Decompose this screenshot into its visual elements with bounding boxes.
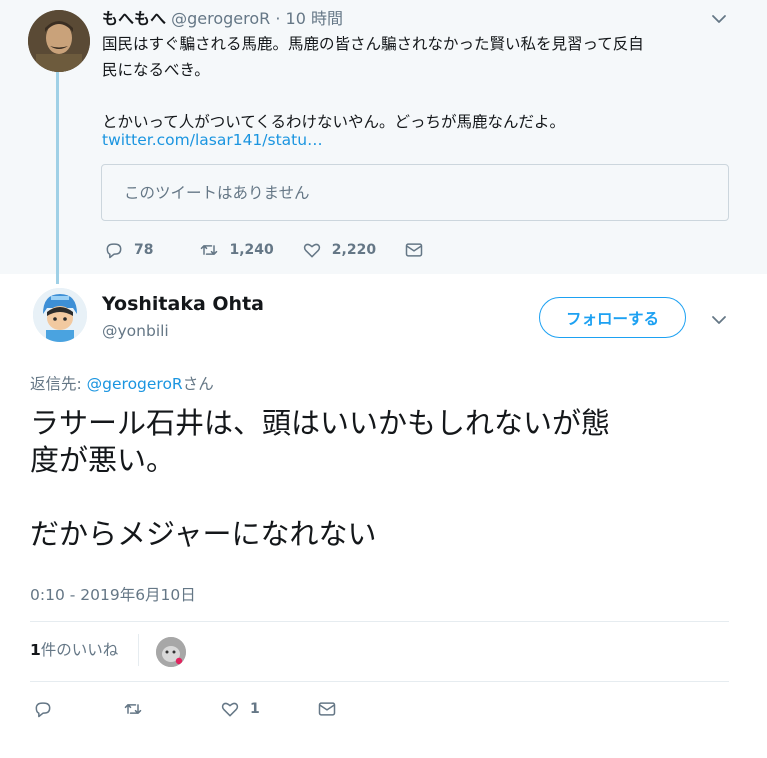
heart-icon [221, 702, 239, 717]
main-action-bar: 1 [33, 699, 337, 719]
like-count: 2,220 [331, 242, 377, 258]
mail-icon [318, 702, 335, 716]
dm-button[interactable] [317, 699, 337, 719]
chevron-down-icon[interactable] [711, 312, 727, 328]
parent-action-bar: 78 1,240 2,220 [104, 240, 424, 260]
reply-mention-link[interactable]: @gerogeroR [87, 375, 183, 393]
author-handle[interactable]: @yonbili [102, 322, 169, 340]
reply-button[interactable]: 78 [104, 240, 153, 260]
retweet-count: 1,240 [229, 242, 274, 258]
parent-handle[interactable]: @gerogeroR [171, 9, 270, 28]
retweet-icon [124, 704, 142, 714]
parent-tweet-text: 国民はすぐ騙される馬鹿。馬鹿の皆さん騙されなかった賢い私を見習って反自 民になる… [102, 35, 644, 131]
separator-dot: · [275, 9, 281, 28]
chevron-down-icon[interactable] [711, 11, 727, 27]
follow-button[interactable]: フォローする [539, 297, 686, 338]
parent-tweet-link[interactable]: twitter.com/lasar141/statu… [102, 131, 323, 149]
main-tweet-text: ラサール石井は、頭はいいかもしれないが態 度が悪い。 だからメジャーになれない [30, 406, 611, 551]
mail-icon [405, 243, 423, 257]
divider [30, 681, 729, 682]
retweet-icon [201, 245, 218, 255]
divider [30, 621, 729, 622]
reply-icon [35, 702, 51, 718]
quote-unavailable-box: このツイートはありません [101, 164, 729, 221]
parent-header: もへもへ @gerogeroR · 10 時間 [102, 5, 343, 29]
reply-prefix: 返信先: [30, 375, 87, 393]
divider [138, 634, 139, 666]
liker-avatar[interactable] [156, 637, 186, 667]
retweet-button[interactable]: 1,240 [199, 240, 274, 260]
like-button[interactable]: 1 [220, 699, 260, 719]
likes-summary[interactable]: 1件のいいね [30, 638, 118, 660]
tweet-timestamp[interactable]: 0:10 - 2019年6月10日 [30, 583, 196, 605]
reply-icon [106, 243, 122, 259]
parent-avatar[interactable] [28, 10, 90, 72]
reply-suffix: さん [182, 375, 214, 393]
author-avatar[interactable] [33, 288, 87, 342]
dm-button[interactable] [404, 240, 424, 260]
parent-time[interactable]: 10 時間 [286, 9, 343, 28]
parent-tweet[interactable]: もへもへ @gerogeroR · 10 時間 国民はすぐ騙される馬鹿。馬鹿の皆… [0, 0, 767, 274]
heart-icon [303, 243, 320, 258]
quote-unavailable-text: このツイートはありません [124, 184, 310, 202]
likes-summary-count: 1 [30, 641, 41, 659]
replying-to: 返信先: @gerogeroRさん [30, 372, 214, 394]
author-display-name[interactable]: Yoshitaka Ohta [102, 293, 264, 315]
like-count: 1 [250, 701, 260, 717]
reply-button[interactable] [33, 699, 53, 719]
retweet-button[interactable] [123, 699, 143, 719]
likes-summary-label: 件のいいね [40, 641, 119, 659]
reply-count: 78 [134, 242, 154, 258]
parent-display-name[interactable]: もへもへ [102, 9, 166, 28]
thread-connector-line [56, 72, 59, 284]
like-button[interactable]: 2,220 [302, 240, 376, 260]
